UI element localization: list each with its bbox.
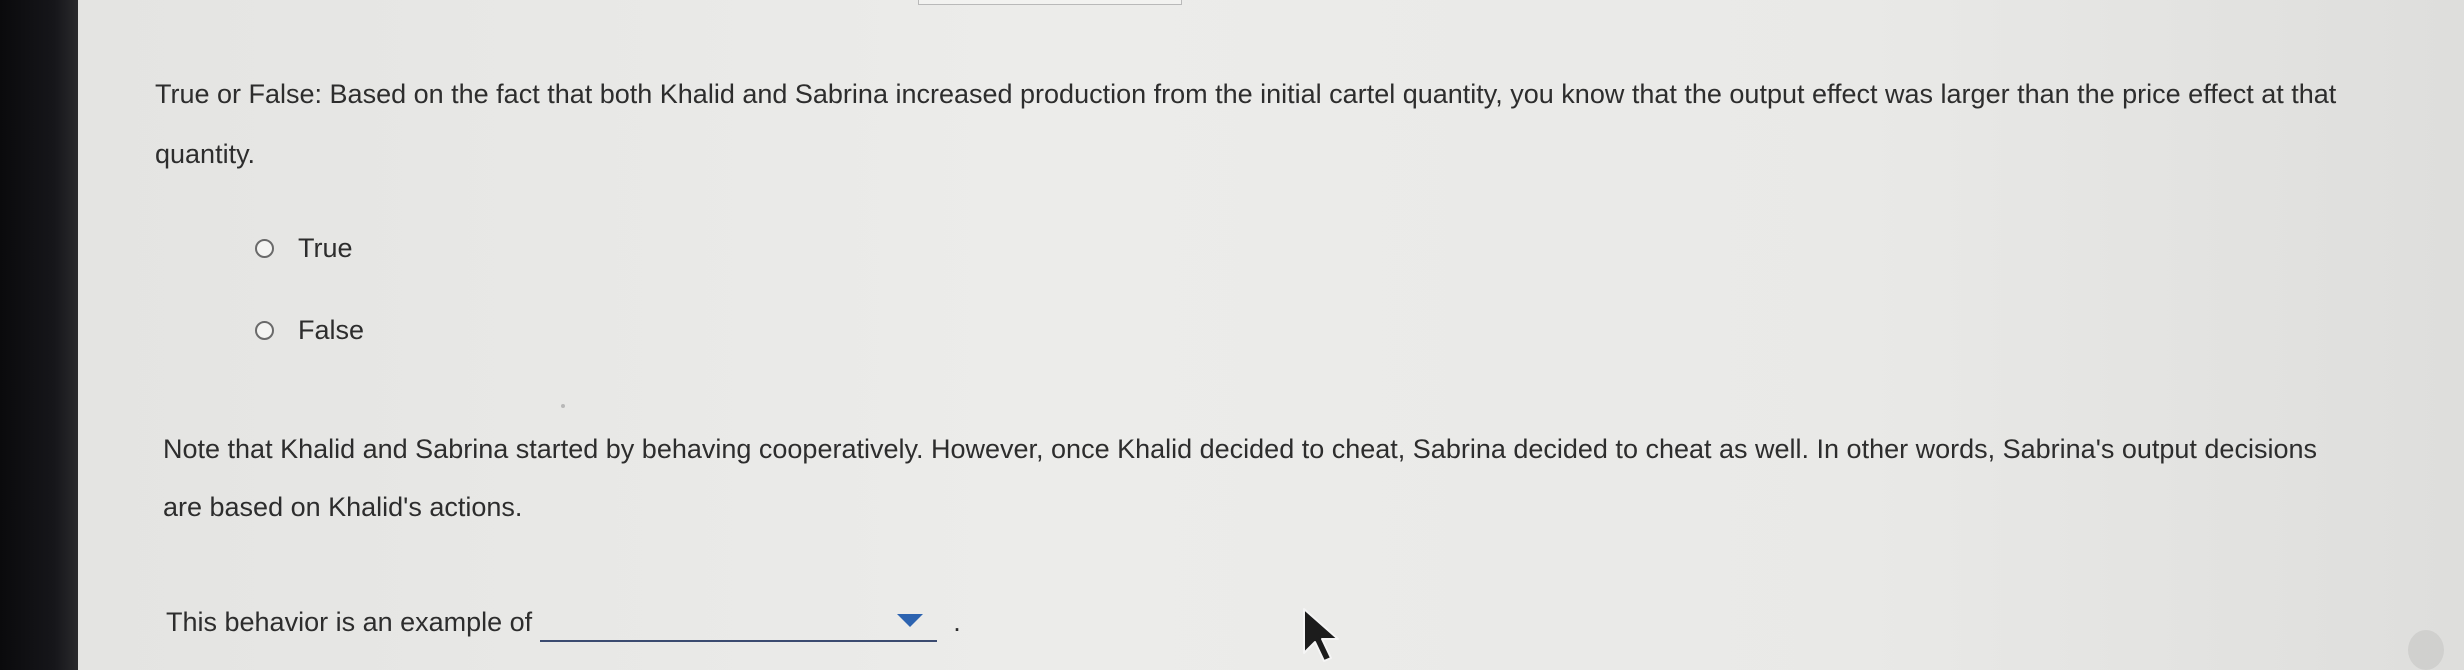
top-panel-edge	[918, 0, 1182, 5]
behavior-dropdown[interactable]	[540, 606, 938, 642]
mouse-pointer-icon	[1303, 608, 1339, 662]
note-text: Note that Khalid and Sabrina started by …	[163, 434, 2317, 522]
sentence-period: .	[953, 607, 961, 637]
option-true-label[interactable]: True	[298, 233, 353, 264]
option-false-label[interactable]: False	[298, 315, 364, 346]
question-text: True or False: Based on the fact that bo…	[155, 79, 2337, 169]
radio-button-icon[interactable]	[255, 320, 274, 340]
monitor-bezel	[0, 0, 78, 670]
behavior-question-row: This behavior is an example of .	[166, 602, 961, 642]
caret-down-icon[interactable]	[897, 614, 924, 627]
screen-glare	[2408, 630, 2444, 670]
radio-button-icon[interactable]	[255, 238, 274, 258]
behavior-label: This behavior is an example of	[166, 607, 533, 637]
screen-speck	[561, 404, 565, 408]
option-false[interactable]: False	[255, 310, 364, 350]
option-true[interactable]: True	[255, 228, 353, 268]
